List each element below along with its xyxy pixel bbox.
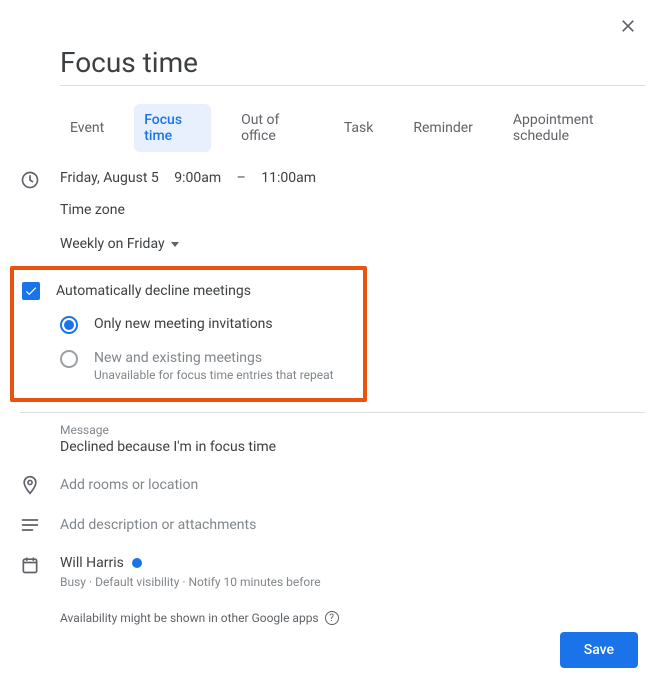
save-button[interactable]: Save bbox=[560, 632, 638, 668]
organizer-name: Will Harris bbox=[60, 555, 124, 571]
calendar-subinfo[interactable]: Busy · Default visibility · Notify 10 mi… bbox=[60, 575, 339, 589]
timezone-link[interactable]: Time zone bbox=[60, 202, 328, 218]
location-input[interactable]: Add rooms or location bbox=[60, 477, 198, 493]
radio-icon bbox=[60, 350, 78, 368]
decline-message-input[interactable]: Declined because I'm in focus time bbox=[60, 439, 638, 455]
divider bbox=[20, 412, 645, 413]
date-value: Friday, August 5 bbox=[60, 170, 159, 186]
radio-new-and-existing[interactable]: New and existing meetings Unavailable fo… bbox=[60, 350, 351, 382]
tab-task[interactable]: Task bbox=[334, 112, 384, 144]
help-icon[interactable]: ? bbox=[325, 611, 339, 625]
datetime-row[interactable]: Friday, August 5 9:00am – 11:00am bbox=[60, 170, 328, 186]
end-time: 11:00am bbox=[261, 170, 316, 186]
description-icon bbox=[20, 515, 40, 535]
tab-focus-time[interactable]: Focus time bbox=[134, 104, 211, 152]
close-icon bbox=[618, 16, 638, 36]
time-dash: – bbox=[237, 170, 246, 186]
radio-new-only-label: Only new meeting invitations bbox=[94, 316, 273, 332]
recurrence-dropdown[interactable]: Weekly on Friday bbox=[60, 236, 328, 252]
description-input[interactable]: Add description or attachments bbox=[60, 517, 256, 533]
event-title-input[interactable]: Focus time bbox=[60, 46, 645, 86]
recurrence-value: Weekly on Friday bbox=[60, 236, 165, 252]
start-time: 9:00am bbox=[174, 170, 221, 186]
calendar-color-dot bbox=[132, 558, 142, 568]
event-type-tabs: Event Focus time Out of office Task Remi… bbox=[60, 104, 638, 152]
radio-new-only[interactable]: Only new meeting invitations bbox=[60, 316, 351, 334]
message-label: Message bbox=[60, 423, 638, 437]
location-icon bbox=[20, 475, 40, 495]
radio-new-existing-label: New and existing meetings bbox=[94, 350, 334, 366]
radio-icon bbox=[60, 316, 78, 334]
availability-note: Availability might be shown in other Goo… bbox=[60, 611, 319, 625]
chevron-down-icon bbox=[171, 242, 179, 247]
clock-icon bbox=[20, 170, 40, 190]
close-button[interactable] bbox=[618, 16, 638, 36]
tab-event[interactable]: Event bbox=[60, 112, 114, 144]
tab-appointment-schedule[interactable]: Appointment schedule bbox=[503, 104, 638, 152]
calendar-icon bbox=[20, 555, 40, 575]
tab-reminder[interactable]: Reminder bbox=[403, 112, 483, 144]
auto-decline-checkbox[interactable] bbox=[22, 282, 40, 300]
auto-decline-label: Automatically decline meetings bbox=[56, 283, 251, 299]
auto-decline-section: Automatically decline meetings Only new … bbox=[10, 266, 367, 402]
calendar-select[interactable]: Will Harris bbox=[60, 555, 339, 571]
check-icon bbox=[24, 284, 38, 298]
radio-new-existing-sublabel: Unavailable for focus time entries that … bbox=[94, 368, 334, 382]
tab-out-of-office[interactable]: Out of office bbox=[231, 104, 314, 152]
